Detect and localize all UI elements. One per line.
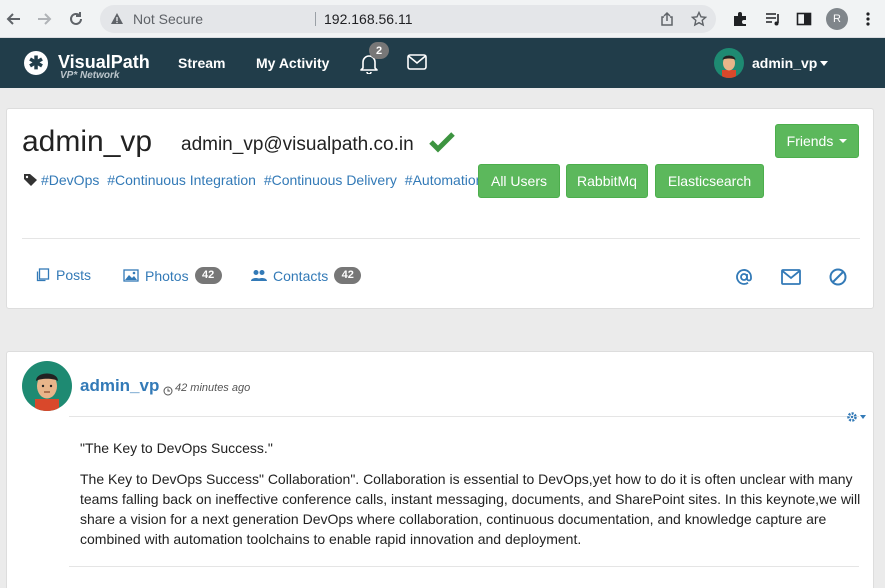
- browser-menu-icon[interactable]: [858, 9, 878, 29]
- friends-button-label: Friends: [786, 133, 834, 149]
- photo-icon: [123, 269, 139, 282]
- photos-count-badge: 42: [194, 267, 222, 284]
- tag-list: #DevOps #Continuous Integration #Continu…: [41, 172, 487, 188]
- tab-contacts[interactable]: Contacts 42: [251, 267, 362, 284]
- back-arrow-icon[interactable]: [4, 9, 24, 29]
- block-ban-icon[interactable]: [828, 267, 848, 287]
- group-rabbitmq-button[interactable]: RabbitMq: [566, 164, 648, 198]
- tab-contacts-label: Contacts: [273, 267, 329, 284]
- chevron-down-icon: [839, 139, 848, 143]
- extensions-puzzle-icon[interactable]: [730, 9, 750, 29]
- tag-link[interactable]: #Continuous Delivery: [264, 172, 397, 188]
- user-avatar[interactable]: [714, 48, 744, 78]
- tab-photos[interactable]: Photos 42: [123, 267, 222, 284]
- post-body: The Key to DevOps Success" Collaboration…: [80, 471, 861, 547]
- gear-icon: [847, 412, 857, 422]
- side-panel-icon[interactable]: [794, 9, 814, 29]
- security-label: Not Secure: [133, 11, 204, 27]
- browser-toolbar: Not Secure 192.168.56.11 R: [0, 0, 885, 38]
- tag-link[interactable]: #Automation: [405, 172, 484, 188]
- post-author-avatar[interactable]: [22, 361, 72, 411]
- tags-icon: [23, 173, 39, 192]
- friends-dropdown-button[interactable]: Friends: [775, 124, 859, 158]
- nav-my-activity-link[interactable]: My Activity: [256, 55, 329, 71]
- contacts-count-badge: 42: [334, 267, 362, 284]
- tab-posts[interactable]: Posts: [36, 267, 91, 283]
- chevron-down-icon: [860, 415, 866, 419]
- user-menu-caret-icon[interactable]: [820, 61, 828, 66]
- user-menu-name[interactable]: admin_vp: [752, 55, 817, 71]
- profile-email: admin_vp@visualpath.co.in: [181, 134, 414, 155]
- divider: [22, 238, 860, 239]
- users-icon: [251, 270, 267, 281]
- tag-link[interactable]: #DevOps: [41, 172, 99, 188]
- browser-profile-avatar[interactable]: R: [826, 8, 848, 30]
- divider: [315, 12, 316, 26]
- bookmark-star-icon[interactable]: [690, 10, 708, 27]
- verified-check-icon: [428, 131, 456, 158]
- tab-photos-label: Photos: [145, 267, 189, 284]
- mention-at-icon[interactable]: [734, 267, 754, 287]
- message-envelope-icon[interactable]: [781, 267, 801, 287]
- media-queue-icon[interactable]: [763, 9, 783, 29]
- divider: [69, 566, 859, 567]
- forward-arrow-icon[interactable]: [34, 9, 54, 29]
- share-icon[interactable]: [659, 11, 675, 27]
- tag-link[interactable]: #Continuous Integration: [107, 172, 256, 188]
- tab-posts-label: Posts: [56, 267, 92, 283]
- brand-subtitle: VP* Network: [60, 70, 120, 81]
- clock-icon: [163, 383, 173, 401]
- post-timestamp: 42 minutes ago: [175, 382, 251, 394]
- group-all-users-button[interactable]: All Users: [478, 164, 560, 198]
- messages-envelope-icon[interactable]: [407, 54, 427, 75]
- profile-name: admin_vp: [22, 125, 153, 158]
- post-title: "The Key to DevOps Success.": [80, 440, 273, 456]
- reload-icon[interactable]: [66, 9, 86, 29]
- brand-star-icon: ✱: [24, 51, 48, 75]
- post-options-dropdown[interactable]: [846, 411, 866, 423]
- app-navbar: ✱ VisualPath VP* Network Stream My Activ…: [0, 38, 885, 88]
- warning-icon: [110, 12, 124, 30]
- group-elasticsearch-button[interactable]: Elasticsearch: [655, 164, 764, 198]
- url-text: 192.168.56.11: [324, 11, 413, 27]
- divider: [69, 416, 859, 417]
- notification-count-badge: 2: [369, 42, 389, 59]
- post-card: admin_vp 42 minutes ago "The Key to DevO…: [6, 351, 874, 588]
- nav-stream-link[interactable]: Stream: [178, 55, 225, 71]
- profile-card: admin_vp admin_vp@visualpath.co.in Frien…: [6, 108, 874, 309]
- address-bar[interactable]: Not Secure 192.168.56.11: [100, 5, 716, 33]
- post-author-link[interactable]: admin_vp: [80, 376, 159, 396]
- posts-icon: [36, 268, 50, 282]
